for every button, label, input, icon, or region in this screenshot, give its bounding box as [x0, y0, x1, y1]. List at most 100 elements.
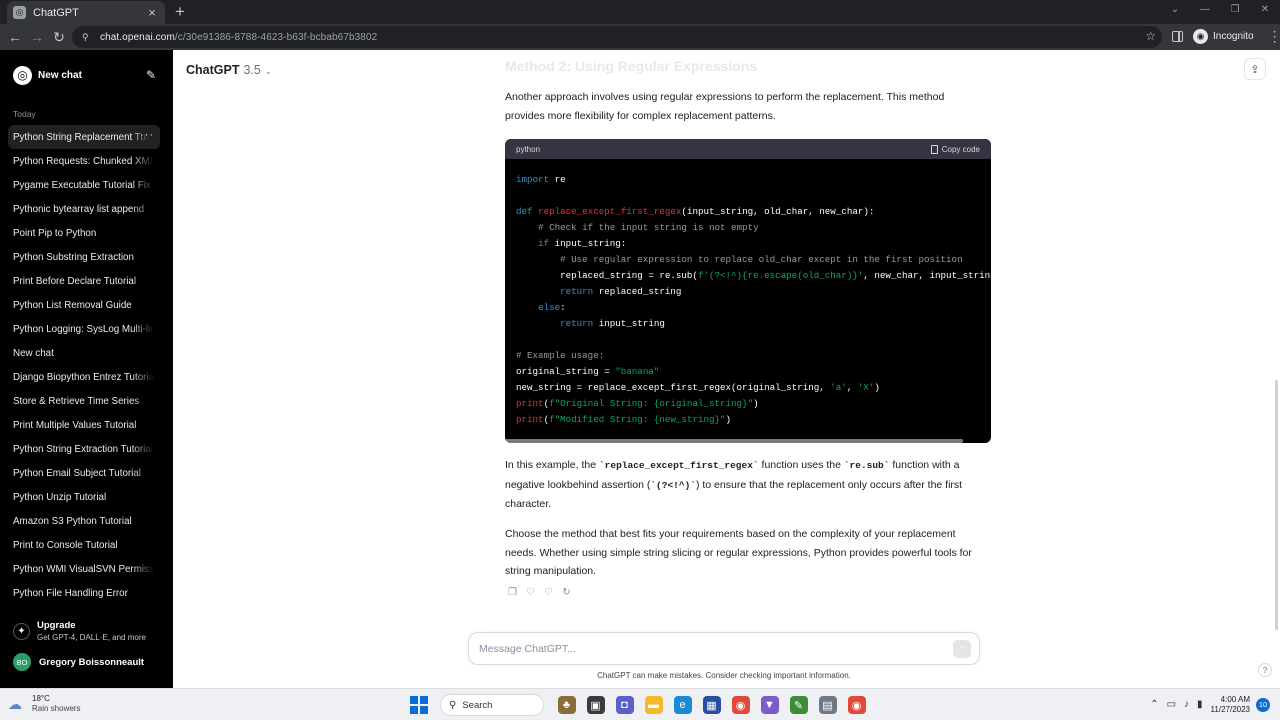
chevron-down-icon[interactable]: ⌄: [1160, 0, 1190, 22]
clock[interactable]: 4:00 AM 11/27/2023: [1211, 695, 1250, 714]
sidebar-chat-item[interactable]: Pythonic bytearray list append: [8, 197, 160, 221]
site-info-icon[interactable]: ⚲: [82, 32, 92, 42]
upgrade-button[interactable]: ✦ Upgrade Get GPT-4, DALL·E, and more: [13, 620, 146, 642]
copy-icon[interactable]: ❐: [507, 587, 518, 598]
store-icon[interactable]: ▦: [702, 696, 721, 714]
sidebar-chat-item[interactable]: Store & Retrieve Time Series: [8, 389, 160, 413]
code-horizontal-scrollbar[interactable]: [505, 439, 963, 443]
sidebar-chat-item[interactable]: Python Email Subject Tutorial: [8, 461, 160, 485]
app-icon[interactable]: ▼: [760, 696, 779, 714]
incognito-icon[interactable]: ◉: [1193, 29, 1208, 44]
help-icon[interactable]: ?: [1258, 663, 1272, 677]
start-button[interactable]: [410, 696, 428, 714]
send-button[interactable]: ↑: [953, 640, 971, 658]
browser-tab[interactable]: ◎ ChatGPT ×: [7, 1, 165, 24]
main-panel: ChatGPT 3.5 ⌄ ⇪ Method 2: Using Regular …: [173, 50, 1280, 688]
page-scrollbar[interactable]: [1275, 380, 1278, 630]
section-heading: Method 2: Using Regular Expressions: [505, 58, 758, 74]
chrome-icon[interactable]: ◉: [731, 696, 750, 714]
omnibox[interactable]: ⚲ chat.openai.com/c/30e91386-8788-4623-b…: [72, 26, 1162, 48]
sidebar-chat-item[interactable]: Python String Replacement Tutorial ···: [8, 125, 160, 149]
close-window-button[interactable]: ✕: [1250, 0, 1280, 22]
browser-menu-icon[interactable]: ⋮: [1268, 28, 1280, 45]
restore-button[interactable]: ❐: [1220, 0, 1250, 22]
model-selector[interactable]: ChatGPT 3.5 ⌄: [186, 63, 272, 77]
volume-icon[interactable]: ♪: [1184, 699, 1189, 710]
weather-desc: Rain showers: [32, 704, 81, 713]
code-content: import re def replace_except_first_regex…: [516, 174, 991, 425]
close-tab-icon[interactable]: ×: [145, 5, 159, 20]
side-panel-icon[interactable]: [1172, 31, 1183, 42]
sidebar-chat-item[interactable]: Python Unzip Tutorial: [8, 485, 160, 509]
thumbs-down-icon[interactable]: ♡: [543, 587, 554, 598]
teams-chat-icon[interactable]: ◘: [615, 696, 634, 714]
browser-tab-strip: ◎ ChatGPT × + ⌄ — ❐ ✕: [0, 0, 1280, 24]
notification-badge[interactable]: 10: [1256, 697, 1270, 712]
sidebar: ◎ New chat ✎ Today Python String Replace…: [0, 50, 173, 688]
weather-widget[interactable]: ☁ 18°C Rain showers: [8, 694, 80, 713]
model-version: 3.5: [243, 63, 261, 77]
file-explorer-icon[interactable]: ▬: [644, 696, 663, 714]
copy-code-button[interactable]: Copy code: [930, 144, 980, 154]
remote-desktop-icon[interactable]: ▤: [818, 696, 837, 714]
sidebar-chat-item[interactable]: Python String Extraction Tutorial: [8, 437, 160, 461]
battery-icon[interactable]: ▮: [1197, 699, 1203, 710]
fade-overlay: [132, 389, 160, 413]
avatar: BO: [13, 653, 31, 671]
code-language: python: [516, 144, 541, 154]
message-actions: ❐ ♡ ♡ ↻: [507, 587, 579, 598]
message-input[interactable]: [479, 641, 929, 657]
edge-icon[interactable]: e: [673, 696, 692, 714]
minimize-button[interactable]: —: [1190, 0, 1220, 22]
sidebar-chat-item[interactable]: Python WMI VisualSVN Permissions: [8, 557, 160, 581]
fade-overlay: [132, 293, 160, 317]
sidebar-chat-item[interactable]: Print to Console Tutorial: [8, 533, 160, 557]
sidebar-chat-label: Amazon S3 Python Tutorial: [13, 515, 132, 527]
network-icon[interactable]: ▭: [1167, 699, 1176, 710]
sidebar-chat-label: Point Pip to Python: [13, 227, 97, 239]
user-menu[interactable]: BO Gregory Boissonneault: [13, 653, 144, 671]
chevron-up-icon[interactable]: ⌃: [1150, 699, 1158, 710]
more-options-icon[interactable]: ···: [140, 129, 154, 141]
forward-button[interactable]: →: [26, 29, 48, 45]
sidebar-chat-item[interactable]: Print Before Declare Tutorial: [8, 269, 160, 293]
sparkle-icon: ✦: [13, 623, 30, 640]
sidebar-chat-item[interactable]: New chat: [8, 341, 160, 365]
notepad-icon[interactable]: ✎: [789, 696, 808, 714]
edit-icon[interactable]: ✎: [146, 68, 156, 82]
sidebar-chat-item[interactable]: Python List Removal Guide: [8, 293, 160, 317]
sidebar-chat-label: Python Substring Extraction: [13, 251, 134, 263]
sidebar-chat-item[interactable]: Amazon S3 Python Tutorial: [8, 509, 160, 533]
tab-title: ChatGPT: [33, 6, 79, 19]
url-text: chat.openai.com/c/30e91386-8788-4623-b63…: [100, 31, 378, 43]
task-view-icon[interactable]: ▣: [586, 696, 605, 714]
sidebar-chat-item[interactable]: Python File Handling Error: [8, 581, 160, 605]
address-bar: ← → ↻ ⚲ chat.openai.com/c/30e91386-8788-…: [0, 24, 1280, 50]
sidebar-chat-item[interactable]: Django Biopython Entrez Tutorial: [8, 365, 160, 389]
rain-cloud-icon: ☁: [8, 695, 22, 712]
sidebar-chat-item[interactable]: Python Substring Extraction: [8, 245, 160, 269]
fade-overlay: [132, 557, 160, 581]
fade-overlay: [132, 413, 160, 437]
sidebar-chat-label: Python Email Subject Tutorial: [13, 467, 141, 479]
sidebar-chat-item[interactable]: Point Pip to Python: [8, 221, 160, 245]
new-chat-label: New chat: [38, 69, 82, 81]
widget-tree-icon[interactable]: ♣: [557, 696, 576, 714]
thumbs-up-icon[interactable]: ♡: [525, 587, 536, 598]
sidebar-chat-item[interactable]: Print Multiple Values Tutorial: [8, 413, 160, 437]
reload-button[interactable]: ↻: [48, 29, 70, 46]
sidebar-chat-item[interactable]: Python Logging: SysLog Multi-line: [8, 317, 160, 341]
taskbar-search[interactable]: ⚲ Search: [440, 694, 544, 716]
disclaimer: ChatGPT can make mistakes. Consider chec…: [597, 671, 851, 680]
regenerate-icon[interactable]: ↻: [561, 587, 572, 598]
back-button[interactable]: ←: [4, 29, 26, 45]
sidebar-chat-item[interactable]: Pygame Executable Tutorial Fix: [8, 173, 160, 197]
new-tab-button[interactable]: +: [171, 2, 189, 22]
bookmark-star-icon[interactable]: ☆: [1145, 29, 1156, 43]
fade-overlay: [132, 317, 160, 341]
chrome-active-icon[interactable]: ◉: [847, 696, 866, 714]
new-chat-button[interactable]: ◎ New chat ✎: [8, 63, 160, 87]
share-icon[interactable]: ⇪: [1244, 58, 1266, 80]
sidebar-chat-item[interactable]: Python Requests: Chunked XML: [8, 149, 160, 173]
section-label-today: Today: [13, 109, 36, 119]
